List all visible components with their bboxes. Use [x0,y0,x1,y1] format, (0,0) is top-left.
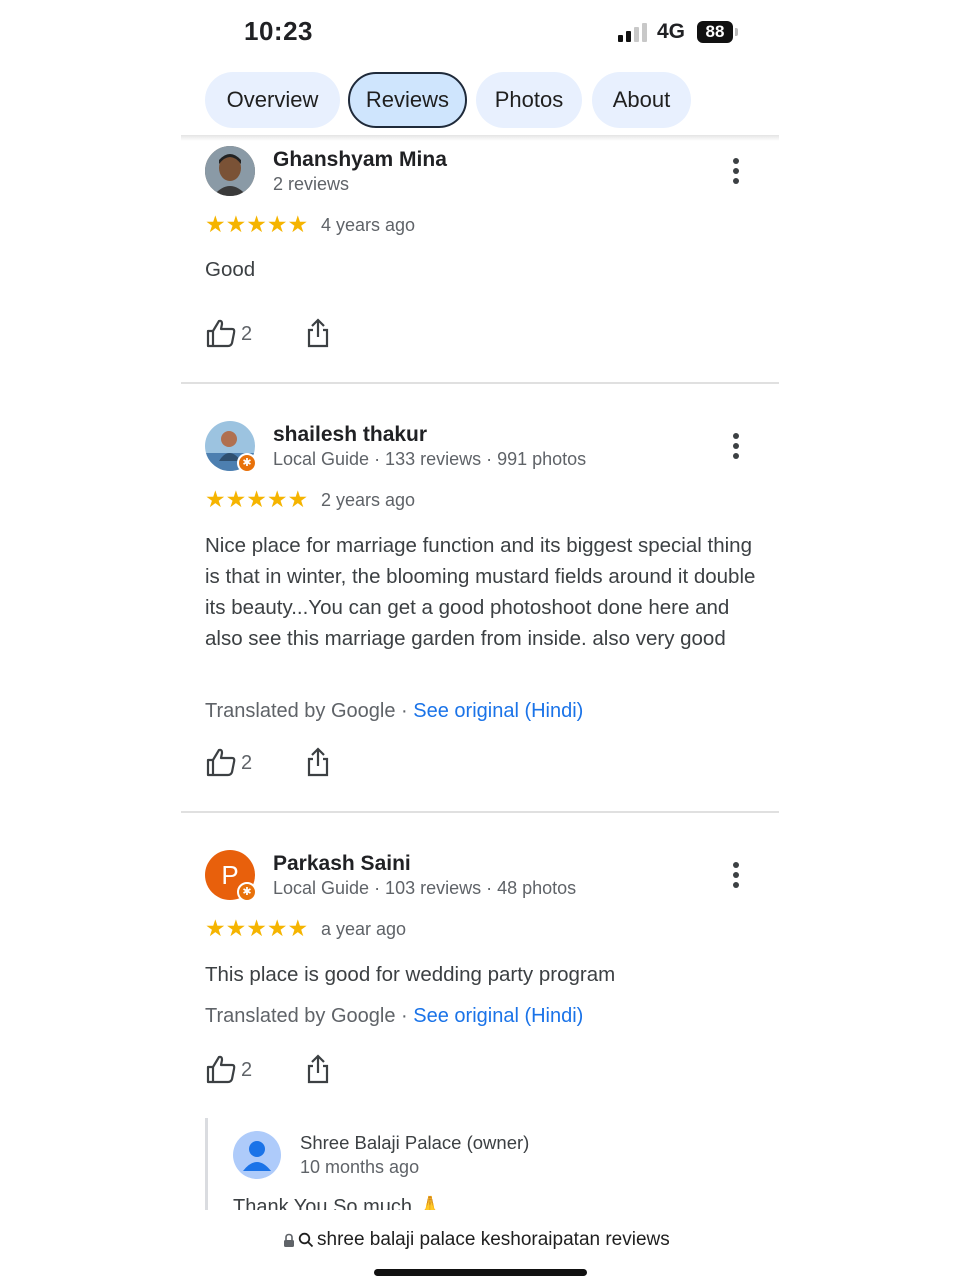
review-text: Nice place for marriage function and its… [205,534,756,650]
reviewer-meta: Local Guide · 133 reviews · 991 photos [273,449,587,469]
translation-note: Translated by Google · See original (Hin… [205,1005,583,1028]
lock-icon [284,1233,294,1247]
thumbs-up-icon[interactable] [205,747,237,777]
like-count: 2 [241,752,253,774]
tab-about[interactable]: About [592,72,691,128]
see-original-link[interactable]: See original (Hindi) [413,1005,583,1027]
review-age: 2 years ago [321,490,416,510]
like-count: 2 [241,1059,253,1081]
review-text: This place is good for wedding party pro… [205,963,616,986]
local-guide-badge-icon: ✱ [237,882,257,902]
share-icon[interactable] [305,747,331,777]
star-rating: ★★★★★ [205,915,309,941]
reviewer-name[interactable]: Parkash Saini [273,852,411,876]
star-rating: ★★★★★ [205,211,309,237]
cellular-signal-icon [618,23,647,42]
local-guide-badge-icon: ✱ [237,453,257,473]
tab-overview[interactable]: Overview [205,72,340,128]
reviewer-name[interactable]: Ghanshyam Mina [273,148,447,172]
avatar-photo-icon [205,146,255,196]
like-count: 2 [241,323,253,345]
tab-reviews[interactable]: Reviews [348,72,467,128]
review-divider [181,382,779,384]
more-options-icon[interactable] [729,158,743,188]
home-indicator[interactable] [374,1269,587,1276]
review-card: P ✱ Parkash Saini Local Guide · 103 revi… [181,844,779,1109]
share-icon[interactable] [305,1054,331,1084]
review-divider [181,811,779,813]
review-age: 4 years ago [321,215,416,235]
review-card: ✱ shailesh thakur Local Guide · 133 revi… [181,415,779,795]
person-icon [243,1141,271,1171]
owner-name: Shree Balaji Palace (owner) [300,1132,530,1153]
avatar[interactable] [205,146,255,196]
reviewer-name[interactable]: shailesh thakur [273,423,427,447]
thumbs-up-icon[interactable] [205,318,237,348]
network-type: 4G [657,20,686,43]
translation-note: Translated by Google · See original (Hin… [205,700,583,723]
translated-by-label: Translated by Google · [205,700,414,722]
owner-reply-bar [205,1118,208,1210]
review-text: Good [205,258,256,281]
reviewer-meta: 2 reviews [273,174,350,194]
more-options-icon[interactable] [729,862,743,892]
status-time: 10:23 [244,16,313,46]
address-bar[interactable]: shree balaji palace keshoraipatan review… [283,1229,670,1251]
search-icon [298,1232,314,1248]
battery-tip [735,28,738,36]
review-age: a year ago [321,919,407,939]
see-original-link[interactable]: See original (Hindi) [413,700,583,722]
address-bar-text: shree balaji palace keshoraipatan review… [317,1229,670,1250]
owner-reply-age: 10 months ago [300,1157,420,1177]
reviewer-meta: Local Guide · 103 reviews · 48 photos [273,878,577,898]
tab-photos[interactable]: Photos [476,72,582,128]
star-rating: ★★★★★ [205,486,309,512]
more-options-icon[interactable] [729,433,743,463]
owner-avatar [233,1131,281,1179]
thumbs-up-icon[interactable] [205,1054,237,1084]
share-icon[interactable] [305,318,331,348]
translated-by-label: Translated by Google · [205,1005,414,1027]
review-card: Ghanshyam Mina 2 reviews ★★★★★ 4 years a… [181,140,779,380]
battery-icon: 88 [697,21,733,43]
